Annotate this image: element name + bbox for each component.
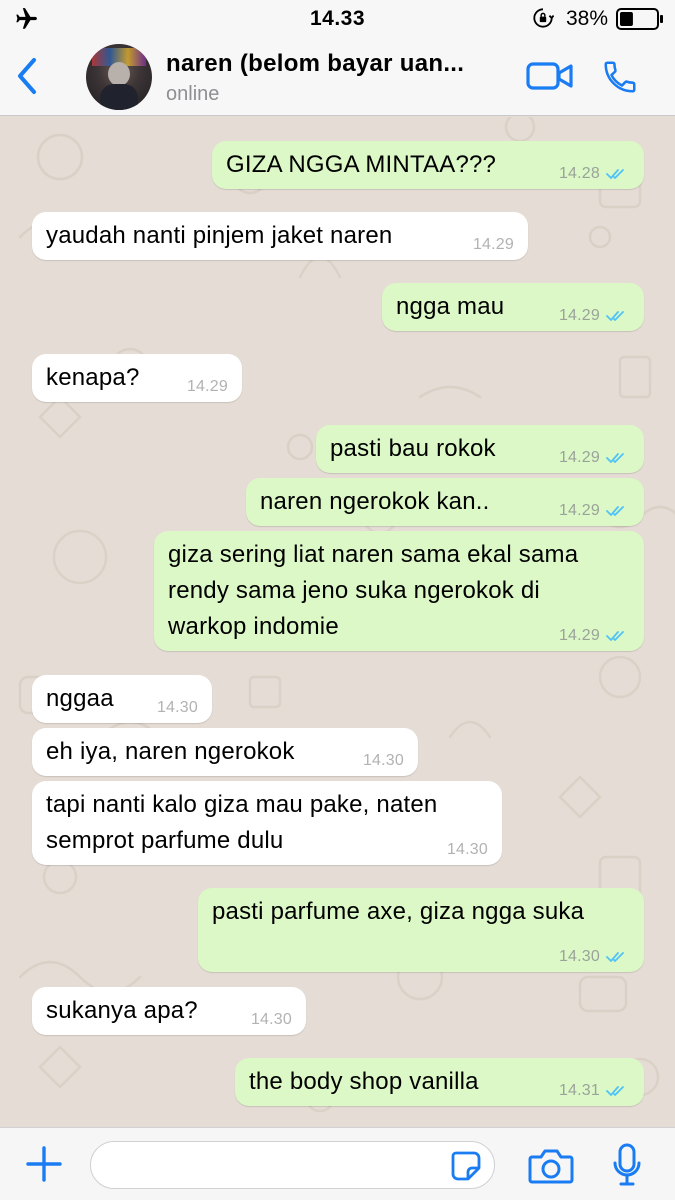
sticker-icon[interactable]	[450, 1150, 482, 1182]
message-input[interactable]	[90, 1141, 495, 1189]
outgoing-message[interactable]: pasti bau rokok 14.29	[316, 425, 644, 473]
read-receipt-icon	[606, 169, 624, 179]
read-receipt-icon	[606, 453, 624, 463]
read-receipt-icon	[606, 311, 624, 321]
contact-avatar[interactable]	[86, 44, 152, 110]
read-receipt-icon	[606, 506, 624, 516]
outgoing-message[interactable]: ngga mau 14.29	[382, 283, 644, 331]
outgoing-message[interactable]: giza sering liat naren sama ekal sama re…	[154, 531, 644, 651]
battery-percent: 38%	[566, 7, 609, 30]
message-meta: 14.29	[559, 502, 630, 520]
message-meta: 14.29	[473, 236, 514, 254]
chat-thread[interactable]: GIZA NGGA MINTAA??? 14.28 yaudah nanti pin…	[0, 117, 675, 1127]
phone-call-icon[interactable]	[600, 58, 640, 96]
message-text: tapi nanti kalo giza mau pake, naten sem…	[46, 791, 438, 854]
read-receipt-icon	[606, 1086, 624, 1096]
incoming-message[interactable]: nggaa 14.30	[32, 675, 212, 723]
message-time: 14.30	[250, 1011, 292, 1028]
message-meta: 14.29	[559, 449, 630, 467]
outgoing-message[interactable]: GIZA NGGA MINTAA??? 14.28	[212, 141, 644, 189]
message-meta: 14.28	[559, 165, 630, 183]
message-meta: 14.30	[559, 948, 630, 966]
message-time: 14.29	[558, 627, 600, 644]
outgoing-message[interactable]: the body shop vanilla 14.31	[235, 1058, 644, 1106]
message-meta: 14.30	[363, 752, 404, 770]
message-text: eh iya, naren ngerokok	[46, 738, 295, 765]
incoming-message[interactable]: sukanya apa? 14.30	[32, 987, 306, 1035]
message-meta: 14.29	[559, 627, 630, 645]
message-meta: 14.30	[157, 699, 198, 717]
message-time: 14.30	[362, 752, 404, 769]
message-meta: 14.30	[251, 1011, 292, 1029]
message-text: pasti parfume axe, giza ngga suka	[212, 898, 585, 925]
message-time: 14.29	[558, 449, 600, 466]
message-time: 14.29	[558, 307, 600, 324]
battery-icon	[616, 8, 663, 30]
message-time: 14.31	[558, 1082, 600, 1099]
chat-header: naren (belom bayar uan... online	[0, 38, 675, 116]
contact-presence: online	[166, 83, 220, 105]
orientation-lock-icon	[533, 8, 554, 28]
message-time: 14.29	[472, 236, 514, 253]
read-receipt-icon	[606, 631, 624, 641]
incoming-message[interactable]: kenapa? 14.29	[32, 354, 242, 402]
outgoing-message[interactable]: pasti parfume axe, giza ngga suka 14.30	[198, 888, 644, 972]
message-text: yaudah nanti pinjem jaket naren	[46, 222, 393, 249]
video-call-icon[interactable]	[526, 60, 574, 92]
camera-icon[interactable]	[528, 1148, 574, 1184]
back-chevron-icon[interactable]	[12, 56, 42, 96]
microphone-icon[interactable]	[612, 1143, 642, 1187]
message-time: 14.30	[558, 948, 600, 965]
outgoing-message[interactable]: naren ngerokok kan.. 14.29	[246, 478, 644, 526]
incoming-message[interactable]: yaudah nanti pinjem jaket naren 14.29	[32, 212, 528, 260]
status-bar: 14.33 38%	[0, 0, 675, 38]
read-receipt-icon	[606, 952, 624, 962]
message-meta: 14.30	[447, 841, 488, 859]
message-time: 14.30	[156, 699, 198, 716]
plus-icon[interactable]	[24, 1144, 64, 1184]
message-time: 14.29	[186, 378, 228, 395]
message-time: 14.28	[558, 165, 600, 182]
message-meta: 14.29	[559, 307, 630, 325]
composer-bar	[0, 1127, 675, 1200]
incoming-message[interactable]: eh iya, naren ngerokok 14.30	[32, 728, 418, 776]
message-meta: 14.31	[559, 1082, 630, 1100]
contact-name[interactable]: naren (belom bayar uan...	[166, 50, 518, 78]
message-time: 14.29	[558, 502, 600, 519]
message-meta: 14.29	[187, 378, 228, 396]
incoming-message[interactable]: tapi nanti kalo giza mau pake, naten sem…	[32, 781, 502, 865]
message-time: 14.30	[446, 841, 488, 858]
